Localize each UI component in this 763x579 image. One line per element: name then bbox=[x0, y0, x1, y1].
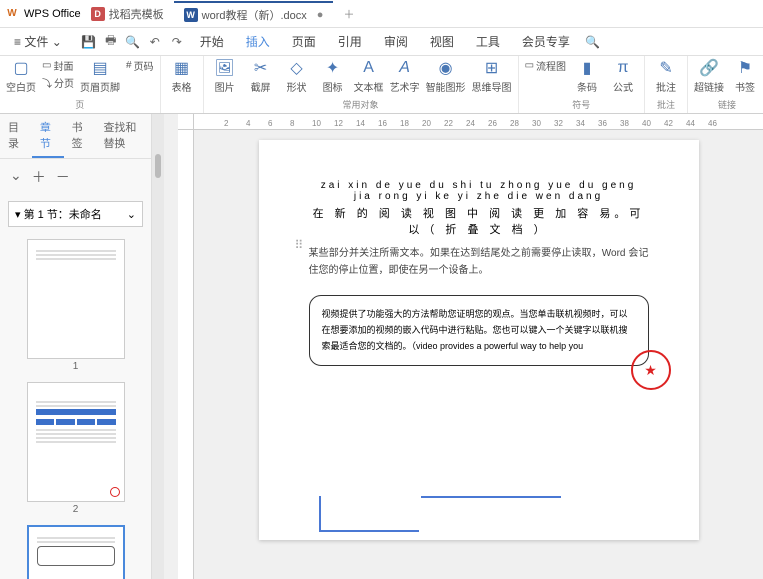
wordart-button[interactable]: A艺术字 bbox=[390, 58, 420, 94]
save-icon[interactable]: 💾 bbox=[80, 33, 98, 51]
tab-document[interactable]: W word教程（新）.docx ● bbox=[174, 1, 334, 27]
callout-box[interactable]: 视频提供了功能强大的方法帮助您证明您的观点。当您单击联机视频时，可以在想要添加的… bbox=[309, 295, 649, 366]
menu-insert[interactable]: 插入 bbox=[238, 33, 278, 50]
print-icon[interactable]: 🖶 bbox=[102, 33, 120, 51]
menu-start[interactable]: 开始 bbox=[192, 33, 232, 50]
page-3[interactable]: ⠿ zai xin de yue du shi tu zhong yue du … bbox=[259, 140, 699, 540]
close-icon[interactable]: ● bbox=[317, 9, 324, 21]
sidebar-tab-find[interactable]: 查找和替换 bbox=[95, 114, 151, 158]
search-icon[interactable]: 🔍 bbox=[584, 33, 602, 51]
sidebar-tabs: 目录 章节 书签 查找和替换 bbox=[0, 114, 151, 159]
menu-tools[interactable]: 工具 bbox=[468, 33, 508, 50]
sidebar-resize-handle[interactable] bbox=[152, 114, 164, 579]
screenshot-button[interactable]: ✂截屏 bbox=[246, 58, 276, 94]
undo-icon[interactable]: ↶ bbox=[146, 33, 164, 51]
menubar: ≡ 文件 ⌄ 💾 🖶 🔍 ↶ ↷ 开始 插入 页面 引用 审阅 视图 工具 会员… bbox=[0, 28, 763, 56]
document-canvas: 2468101214161820222426283032343638404244… bbox=[164, 114, 763, 579]
page-thumb-2[interactable] bbox=[27, 382, 125, 502]
blue-shape[interactable] bbox=[319, 496, 419, 532]
app-logo-icon: W bbox=[4, 6, 20, 22]
smartart-button[interactable]: ◉智能图形 bbox=[426, 58, 466, 94]
textbox-button[interactable]: A文本框 bbox=[354, 58, 384, 94]
table-button[interactable]: ▦表格 bbox=[167, 58, 197, 94]
flowchart-button[interactable]: ▭ 流程图 bbox=[525, 58, 566, 73]
horizontal-ruler[interactable]: 2468101214161820222426283032343638404244… bbox=[194, 114, 763, 130]
cover-button[interactable]: ▭ 封面 bbox=[42, 58, 74, 73]
page-break-button[interactable]: ⤵ 分页 bbox=[42, 75, 74, 90]
menu-page[interactable]: 页面 bbox=[284, 33, 324, 50]
equation-button[interactable]: π公式 bbox=[608, 58, 638, 94]
page-thumb-3[interactable] bbox=[27, 525, 125, 579]
comment-button[interactable]: ✎批注 bbox=[651, 58, 681, 94]
chevron-down-icon: ⌄ bbox=[127, 208, 136, 221]
app-name: WPS Office bbox=[24, 8, 81, 20]
section-selector[interactable]: ▾ 第 1 节：未命名 ⌄ bbox=[8, 201, 143, 227]
tab-label: 找稻壳模板 bbox=[109, 6, 164, 22]
ruler-corner bbox=[178, 114, 194, 130]
menu-reference[interactable]: 引用 bbox=[330, 33, 370, 50]
picture-button[interactable]: 🖼图片 bbox=[210, 58, 240, 94]
thumbnail-list: 1 2 3 bbox=[0, 233, 151, 579]
icons-button[interactable]: ✦图标 bbox=[318, 58, 348, 94]
redo-icon[interactable]: ↷ bbox=[168, 33, 186, 51]
preview-icon[interactable]: 🔍 bbox=[124, 33, 142, 51]
paragraph-1[interactable]: 某些部分并关注所需文本。如果在达到结尾处之前需要停止读取，Word 会记住您的停… bbox=[309, 245, 649, 279]
mindmap-button[interactable]: ⊞思维导图 bbox=[472, 58, 512, 94]
ribbon: ▢空白页 ▭ 封面 ⤵ 分页 ▤页眉页脚 # 页码 页 ▦表格 🖼图片 ✂截屏 … bbox=[0, 56, 763, 114]
menu-member[interactable]: 会员专享 bbox=[514, 33, 578, 50]
menu-review[interactable]: 审阅 bbox=[376, 33, 416, 50]
bookmark-button[interactable]: ⚑书签 bbox=[730, 58, 760, 94]
barcode-button[interactable]: ▮条码 bbox=[572, 58, 602, 94]
page-thumb-1[interactable] bbox=[27, 239, 125, 359]
hyperlink-button[interactable]: 🔗超链接 bbox=[694, 58, 724, 94]
vertical-ruler[interactable] bbox=[178, 130, 194, 579]
hanzi-text: 在 新 的 阅 读 视 图 中 阅 读 更 加 容 易。可 以（ 折 叠 文 档… bbox=[309, 205, 649, 237]
doc-icon: D bbox=[91, 7, 105, 21]
stamp-icon bbox=[631, 350, 671, 390]
header-footer-button[interactable]: ▤页眉页脚 bbox=[80, 58, 120, 94]
collapse-icon[interactable]: ⌄ bbox=[10, 167, 22, 187]
sidebar-tab-bookmark[interactable]: 书签 bbox=[64, 114, 96, 158]
drag-handle-icon[interactable]: ⠿ bbox=[295, 238, 304, 252]
add-icon[interactable]: ＋ bbox=[32, 167, 46, 187]
add-tab-button[interactable]: ＋ bbox=[333, 2, 364, 26]
word-icon: W bbox=[184, 8, 198, 22]
tab-label: word教程（新）.docx bbox=[202, 7, 307, 23]
tab-template[interactable]: D 找稻壳模板 bbox=[81, 2, 174, 26]
remove-icon[interactable]: － bbox=[56, 167, 70, 187]
shapes-button[interactable]: ◇形状 bbox=[282, 58, 312, 94]
sidebar: 目录 章节 书签 查找和替换 ⌄ ＋ － ▾ 第 1 节：未命名 ⌄ 1 bbox=[0, 114, 152, 579]
sidebar-tab-toc[interactable]: 目录 bbox=[0, 114, 32, 158]
menu-view[interactable]: 视图 bbox=[422, 33, 462, 50]
titlebar: W WPS Office D 找稻壳模板 W word教程（新）.docx ● … bbox=[0, 0, 763, 28]
blank-page-button[interactable]: ▢空白页 bbox=[6, 58, 36, 94]
sidebar-tools: ⌄ ＋ － bbox=[0, 159, 151, 195]
pinyin-text: zai xin de yue du shi tu zhong yue du ge… bbox=[309, 180, 649, 202]
sidebar-tab-chapter[interactable]: 章节 bbox=[32, 114, 64, 158]
file-menu[interactable]: ≡ 文件 ⌄ bbox=[6, 33, 70, 50]
pages-viewport[interactable]: ⠿ zai xin de yue du shi tu zhong yue du … bbox=[194, 130, 763, 579]
page-number-button[interactable]: # 页码 bbox=[126, 58, 154, 73]
